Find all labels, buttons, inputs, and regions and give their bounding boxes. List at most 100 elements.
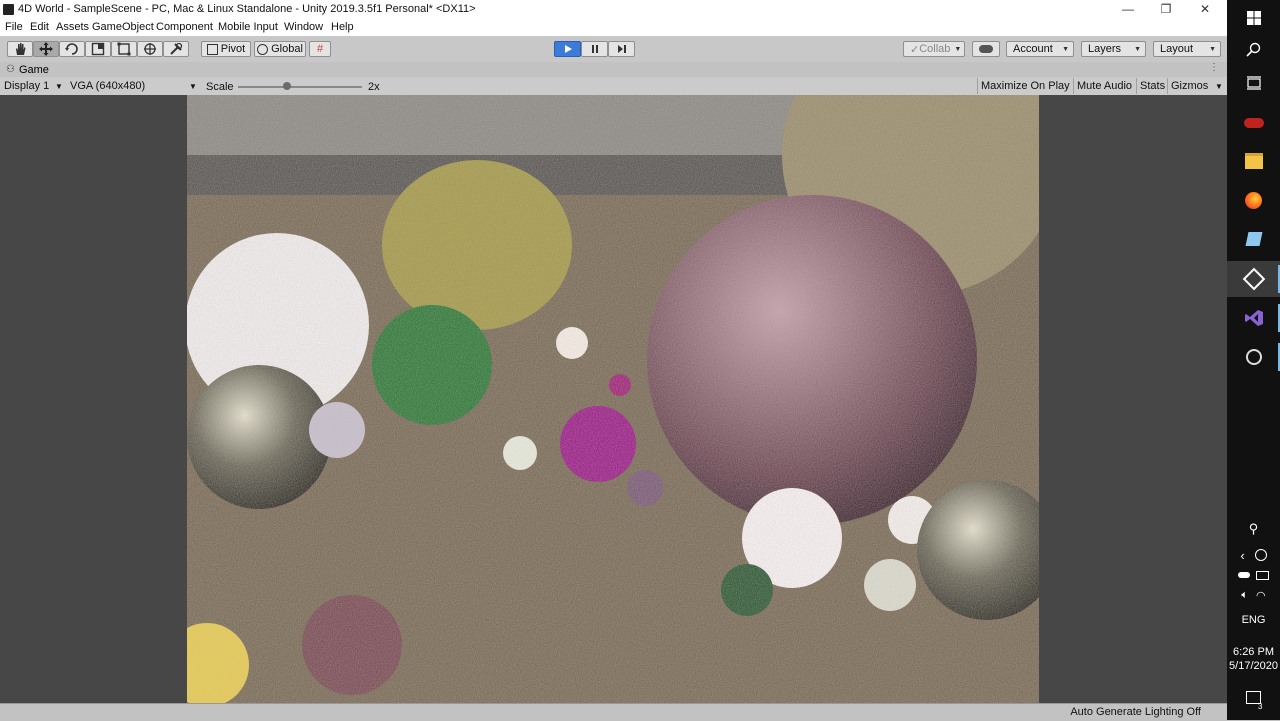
account-dropdown[interactable]: Account ▼ (1006, 41, 1074, 57)
battery-icon[interactable] (1256, 570, 1269, 580)
cube-app-icon (1245, 232, 1262, 246)
scale-value: 2x (368, 81, 380, 93)
play-icon (564, 45, 572, 53)
taskbar-app-red[interactable] (1227, 105, 1280, 141)
hand-tool-button[interactable] (7, 41, 33, 57)
game-tab-strip: ⚇ Game ⋮ (0, 62, 1227, 77)
wifi-icon[interactable]: ◠ (1256, 589, 1266, 602)
volume-icon[interactable]: 🔈︎ (1241, 589, 1248, 602)
title-bar: 4D World - SampleScene - PC, Mac & Linux… (0, 0, 1227, 20)
rotate-tool-button[interactable] (59, 41, 85, 57)
clock-date[interactable]: 5/17/2020 (1227, 660, 1280, 672)
collab-check-icon: ✓ (910, 43, 920, 56)
menu-mobile-input[interactable]: Mobile Input (218, 21, 278, 33)
taskbar-visual-studio[interactable] (1227, 300, 1280, 336)
chevron-down-icon: ▼ (55, 82, 63, 91)
chevron-down-icon: ▼ (1209, 45, 1216, 53)
pivot-icon (206, 43, 218, 55)
display-select[interactable]: Display 1 (4, 80, 49, 92)
wrench-icon (170, 42, 183, 55)
menu-help[interactable]: Help (331, 21, 354, 33)
menu-component[interactable]: Component (156, 21, 213, 33)
snap-toggle[interactable]: # (309, 41, 331, 57)
cloud-button[interactable] (972, 41, 1000, 57)
taskbar-unity[interactable] (1227, 261, 1280, 297)
pivot-toggle[interactable]: Pivot (201, 41, 251, 57)
layers-label: Layers (1088, 43, 1122, 55)
clock-time[interactable]: 6:26 PM (1227, 646, 1280, 658)
grid-snap-icon: # (316, 43, 324, 55)
mute-audio-toggle[interactable]: Mute Audio (1073, 78, 1135, 94)
unity-app-icon (3, 4, 14, 15)
restore-button[interactable]: ❐ (1147, 0, 1185, 20)
game-render-image[interactable] (187, 95, 1039, 703)
rect-tool-button[interactable] (111, 41, 137, 57)
language-indicator[interactable]: ENG (1227, 614, 1280, 626)
chevron-left-icon: ‹ (1240, 547, 1245, 563)
scale-slider-thumb[interactable] (283, 82, 291, 90)
step-button[interactable] (608, 41, 635, 57)
rect-transform-icon (117, 42, 131, 56)
transform-tool-button[interactable] (137, 41, 163, 57)
pivot-label: Pivot (220, 43, 246, 55)
maximize-on-play-toggle[interactable]: Maximize On Play (977, 78, 1073, 94)
gizmos-toggle[interactable]: Gizmos (1167, 78, 1211, 94)
menu-file[interactable]: File (5, 21, 23, 33)
transform-icon (144, 43, 156, 55)
search-button[interactable] (1227, 31, 1280, 67)
car-app-icon (1243, 118, 1264, 128)
play-button[interactable] (554, 41, 581, 57)
custom-tool-button[interactable] (163, 41, 189, 57)
pause-button[interactable] (581, 41, 608, 57)
resolution-select[interactable]: VGA (640x480) (70, 80, 145, 92)
taskbar-obs[interactable] (1227, 339, 1280, 375)
tab-menu-icon[interactable]: ⋮ (1209, 62, 1219, 73)
menu-window[interactable]: Window (284, 21, 323, 33)
stats-toggle[interactable]: Stats (1136, 78, 1168, 94)
taskbar-app-cube[interactable] (1227, 221, 1280, 257)
chevron-down-icon: ▼ (189, 82, 197, 91)
layout-dropdown[interactable]: Layout ▼ (1153, 41, 1221, 57)
globe-icon (257, 43, 269, 55)
hand-icon (16, 43, 26, 55)
people-icon: ⚲ (1248, 521, 1259, 536)
windows-logo-icon (1246, 11, 1261, 25)
rotate-icon (65, 43, 78, 55)
gamepad-icon: ⚇ (6, 64, 15, 75)
scale-icon (91, 42, 105, 56)
action-center-button[interactable]: 3 (1227, 680, 1280, 714)
game-view-toolbar: Display 1 ▼ VGA (640x480) ▼ Scale 2x Max… (0, 77, 1227, 96)
close-button[interactable]: ✕ (1186, 0, 1224, 20)
minimize-button[interactable]: — (1109, 0, 1147, 20)
unity-icon (1242, 267, 1265, 291)
folder-icon (1244, 153, 1263, 169)
search-icon (1246, 42, 1261, 57)
chevron-down-icon: ▼ (954, 45, 962, 53)
chevron-down-icon: ▼ (1062, 45, 1069, 53)
menu-assets[interactable]: Assets (56, 21, 89, 33)
firefox-icon (1245, 191, 1262, 209)
layers-dropdown[interactable]: Layers ▼ (1081, 41, 1146, 57)
move-tool-button[interactable] (33, 41, 59, 57)
scale-slider-track[interactable] (238, 86, 362, 88)
global-toggle[interactable]: Global (254, 41, 306, 57)
game-tab[interactable]: ⚇ Game (0, 62, 55, 77)
menu-edit[interactable]: Edit (30, 21, 49, 33)
task-view-button[interactable] (1227, 65, 1280, 101)
menu-gameobject[interactable]: GameObject (92, 21, 154, 33)
scale-tool-button[interactable] (85, 41, 111, 57)
tray-row-3: 🔈︎ ◠ (1227, 582, 1280, 608)
game-tab-label: Game (18, 63, 49, 76)
collab-dropdown[interactable]: ✓ Collab ▼ (903, 41, 965, 57)
obs-icon (1245, 349, 1262, 365)
global-label: Global (271, 43, 303, 55)
onedrive-icon[interactable] (1238, 572, 1250, 578)
pause-icon (591, 45, 598, 53)
taskbar-file-explorer[interactable] (1227, 143, 1280, 179)
taskbar-firefox[interactable] (1227, 182, 1280, 218)
windows-taskbar: ⚲ ‹ 🔈︎ ◠ ENG 6:26 PM 5/17/2020 3 (1227, 0, 1280, 720)
raytraced-spheres-scene (187, 95, 1039, 703)
lighting-status-text: Auto Generate Lighting Off (1070, 706, 1201, 718)
scale-label: Scale (206, 81, 234, 93)
chevron-down-icon[interactable]: ▼ (1215, 82, 1223, 91)
